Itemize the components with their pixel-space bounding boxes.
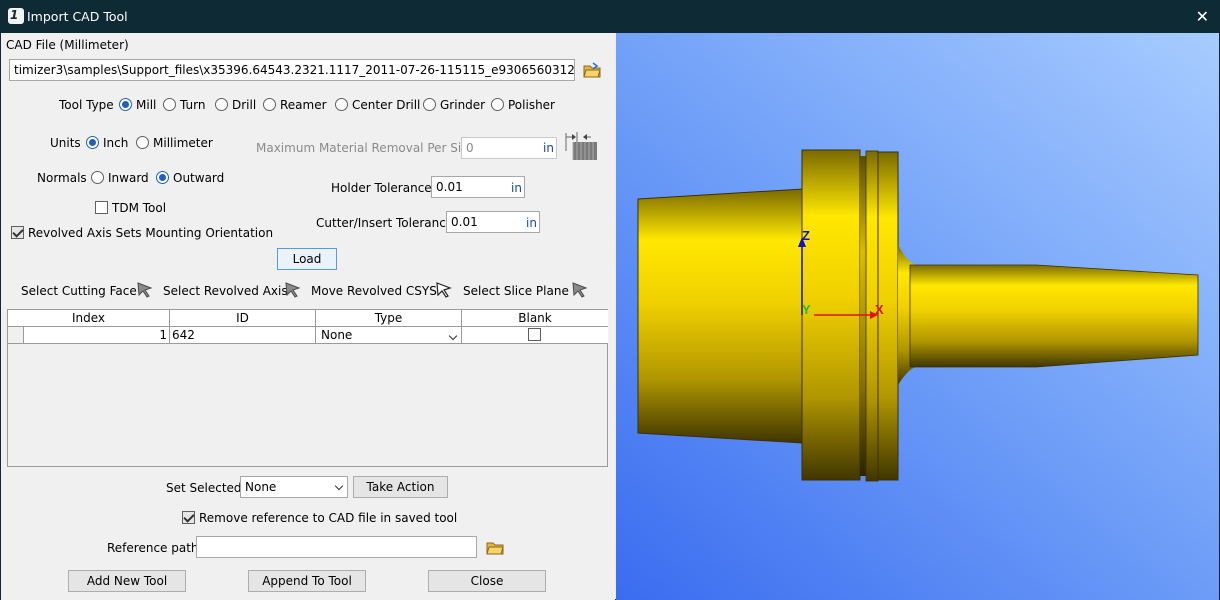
tool-type-polisher-radio[interactable] — [491, 98, 504, 111]
tool-type-drill-label: Drill — [232, 98, 257, 112]
normals-inward-radio[interactable] — [91, 171, 104, 184]
column-header-type[interactable]: Type — [316, 310, 462, 327]
tool-holder-model[interactable]: Z Y X — [616, 33, 1219, 600]
move-revolved-csys-label: Move Revolved CSYS — [311, 284, 437, 298]
normals-inward-label: Inward — [108, 171, 149, 185]
column-header-blank[interactable]: Blank — [462, 310, 608, 327]
close-button[interactable]: Close — [428, 570, 546, 592]
tool-type-center-drill-label: Center Drill — [352, 98, 421, 112]
units-label: Units — [50, 136, 81, 150]
close-window-icon[interactable]: ✕ — [1196, 7, 1209, 26]
reference-path-label: Reference path — [107, 541, 199, 555]
x-axis-label: X — [875, 302, 884, 317]
z-axis-label: Z — [802, 228, 810, 243]
cad-file-label: CAD File (Millimeter) — [6, 38, 129, 52]
units-inch-radio[interactable] — [86, 136, 99, 149]
remove-reference-label: Remove reference to CAD file in saved to… — [199, 511, 458, 525]
settings-panel: CAD File (Millimeter) timizer3\samples\S… — [1, 33, 615, 600]
tool-type-drill-radio[interactable] — [215, 98, 228, 111]
cad-3d-viewport[interactable]: Z Y X — [616, 33, 1219, 600]
reference-path-input[interactable] — [196, 536, 477, 558]
select-cutting-face-label: Select Cutting Face — [21, 284, 137, 298]
tdm-tool-checkbox[interactable] — [95, 201, 108, 214]
y-axis-label: Y — [802, 302, 811, 317]
row-type-dropdown[interactable]: None — [316, 327, 462, 344]
tool-type-grinder-label: Grinder — [440, 98, 486, 112]
tool-type-reamer-label: Reamer — [280, 98, 327, 112]
chevron-down-icon — [448, 331, 458, 341]
normals-outward-radio[interactable] — [156, 171, 169, 184]
holder-tolerance-unit: in — [511, 181, 522, 195]
set-selected-label: Set Selected — [166, 481, 242, 495]
holder-tolerance-label: Holder Tolerance — [331, 181, 432, 195]
tdm-tool-label: TDM Tool — [112, 201, 167, 215]
set-selected-dropdown[interactable]: None — [240, 476, 348, 498]
row-index-cell: 1 — [24, 327, 170, 344]
window-title: Import CAD Tool — [27, 9, 128, 24]
max-removal-unit: in — [543, 141, 554, 155]
units-millimeter-label: Millimeter — [153, 136, 213, 150]
tool-type-mill-radio[interactable] — [119, 98, 132, 111]
row-type-value: None — [321, 328, 353, 342]
taper-body — [637, 188, 804, 444]
revolved-axis-label: Revolved Axis Sets Mounting Orientation — [28, 226, 274, 240]
tool-type-grinder-radio[interactable] — [423, 98, 436, 111]
tool-type-center-drill-radio[interactable] — [335, 98, 348, 111]
cutter-tolerance-label: Cutter/Insert Tolerance — [316, 216, 454, 230]
move-revolved-csys-arrow-icon[interactable] — [435, 281, 453, 299]
material-removal-icon — [565, 132, 597, 160]
max-removal-label: Maximum Material Removal Per Side — [256, 141, 477, 155]
row-id-cell: 642 — [170, 327, 316, 344]
revolved-axis-checkbox[interactable] — [11, 226, 24, 239]
units-millimeter-radio[interactable] — [136, 136, 149, 149]
row-selector-handle[interactable] — [8, 327, 24, 344]
tool-type-reamer-radio[interactable] — [263, 98, 276, 111]
normals-label: Normals — [37, 171, 87, 185]
select-revolved-axis-label: Select Revolved Axis — [163, 284, 288, 298]
row-blank-checkbox[interactable] — [528, 328, 541, 341]
remove-reference-checkbox[interactable] — [182, 511, 195, 524]
set-selected-value: None — [245, 480, 277, 494]
face-table[interactable]: Index ID Type Blank 1 642 None — [7, 309, 608, 467]
tool-type-polisher-label: Polisher — [508, 98, 555, 112]
select-slice-plane-label: Select Slice Plane — [463, 284, 569, 298]
take-action-button[interactable]: Take Action — [353, 476, 448, 498]
select-cutting-face-arrow-icon[interactable] — [136, 281, 154, 299]
cutter-tolerance-unit: in — [526, 216, 537, 230]
reference-folder-icon[interactable] — [486, 539, 504, 555]
select-slice-plane-arrow-icon[interactable] — [571, 281, 589, 299]
column-header-id[interactable]: ID — [170, 310, 316, 327]
column-header-index[interactable]: Index — [8, 310, 170, 327]
import-cad-tool-dialog: 1 Import CAD Tool ✕ CAD File (Millimeter… — [0, 0, 1220, 600]
normals-outward-label: Outward — [173, 171, 225, 185]
append-to-tool-button[interactable]: Append To Tool — [248, 570, 366, 592]
units-inch-label: Inch — [103, 136, 129, 150]
browse-folder-icon[interactable] — [583, 62, 601, 78]
chevron-down-icon — [334, 481, 344, 491]
add-new-tool-button[interactable]: Add New Tool — [68, 570, 186, 592]
title-bar: 1 Import CAD Tool ✕ — [1, 1, 1219, 33]
groove-ring-1 — [860, 156, 866, 476]
nose — [909, 264, 1199, 368]
row-blank-cell — [462, 327, 608, 344]
cad-file-path-input[interactable]: timizer3\samples\Support_files\x35396.64… — [9, 59, 575, 81]
select-revolved-axis-arrow-icon[interactable] — [284, 281, 302, 299]
app-logo-icon: 1 — [8, 8, 24, 24]
tool-type-label: Tool Type — [59, 98, 114, 112]
tool-type-turn-label: Turn — [180, 98, 206, 112]
load-button[interactable]: Load — [277, 248, 337, 270]
tool-type-mill-label: Mill — [136, 98, 157, 112]
tool-type-turn-radio[interactable] — [163, 98, 176, 111]
